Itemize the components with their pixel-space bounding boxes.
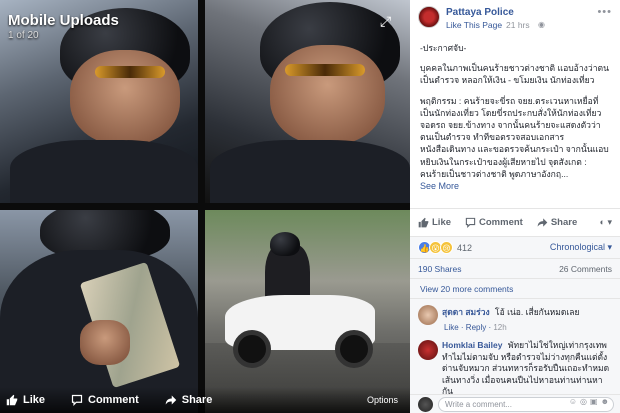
like-button[interactable]: Like	[418, 217, 451, 228]
share-as-selector[interactable]: ◐ ▾	[600, 217, 612, 228]
post-sidebar: Pattaya Police Like This Page 21 hrs ◉ •…	[410, 0, 620, 413]
sunglasses-shape	[285, 64, 365, 76]
shares-count-link[interactable]: 190 Shares	[418, 264, 461, 274]
sunglasses-shape	[95, 66, 165, 78]
face-shape	[270, 45, 385, 145]
comment-label: Comment	[479, 217, 523, 228]
shares-row: 190 Shares 26 Comments	[410, 258, 620, 278]
current-user-avatar	[418, 397, 433, 412]
sad-reaction-icon[interactable]: 😢	[440, 241, 453, 254]
comment-order-label: Chronological	[549, 242, 605, 252]
viewer-share-button[interactable]: Share	[165, 394, 213, 406]
shirt-shape	[10, 140, 198, 203]
reactions-row: 👍 😮 😢 412 Chronological ▾	[410, 236, 620, 258]
page-name-link[interactable]: Pattaya Police	[446, 7, 514, 18]
comment-text: โอ้ เน่อ. เสี่ยกันหมดเลย	[495, 307, 580, 317]
viewer-share-label: Share	[181, 394, 213, 406]
post-text-line: พฤติกรรม : คนร้ายจะขี่รถ จยย.ตระเวนหาเหย…	[420, 95, 609, 179]
post-actions: Like Comment Share ◐ ▾	[410, 208, 620, 236]
globe-icon: ◉	[538, 20, 545, 29]
photo-tile-2[interactable]	[205, 0, 410, 203]
rider-helmet-shape	[270, 232, 300, 256]
photo-counter: 1 of 20	[8, 30, 39, 41]
viewer-comment-button[interactable]: Comment	[71, 394, 139, 406]
more-options-icon[interactable]: •••	[597, 6, 612, 18]
comment-like-link[interactable]: Like	[444, 323, 459, 332]
comment-button[interactable]: Comment	[465, 217, 523, 228]
comment-attach-icons[interactable]: ☺◎▣☻	[569, 395, 612, 408]
view-more-comments-link[interactable]: View 20 more comments	[410, 278, 620, 298]
page-avatar[interactable]	[418, 6, 440, 28]
share-icon	[165, 395, 176, 405]
post-text-line: บุคคลในภาพเป็นคนร้ายชาวต่างชาติ แอบอ้างว…	[420, 63, 609, 86]
viewer-comment-label: Comment	[88, 394, 139, 406]
viewer-like-label: Like	[23, 394, 46, 406]
thumbs-up-icon	[418, 217, 429, 228]
comment-icon	[465, 217, 476, 228]
write-comment-row: Write a comment... ☺◎▣☻	[410, 394, 620, 413]
like-page-link[interactable]: Like This Page	[446, 20, 502, 30]
commenter-avatar[interactable]	[418, 305, 438, 325]
photo-tile-3[interactable]	[0, 210, 198, 413]
share-label: Share	[550, 217, 578, 228]
photo-tile-4[interactable]	[205, 210, 410, 413]
comment-author-link[interactable]: สุดดา สมร่วง	[442, 307, 490, 317]
comment-item: Homklai Bailey พัทยาไม่ใช่ใหญ่เท่ากรุงเท…	[410, 336, 620, 396]
comment-author-link[interactable]: Homklai Bailey	[442, 340, 502, 350]
comment-time[interactable]: 12h	[493, 323, 506, 332]
comment-bubble: Homklai Bailey พัทยาไม่ใช่ใหญ่เท่ากรุงเท…	[442, 340, 612, 398]
see-more-link[interactable]: See More	[420, 180, 612, 192]
comment-meta: Like · Reply · 12h	[444, 323, 507, 332]
post-header: Pattaya Police Like This Page 21 hrs ◉ •…	[410, 0, 620, 36]
shirt-shape	[210, 140, 410, 203]
comment-bubble: สุดดา สมร่วง โอ้ เน่อ. เสี่ยกันหมดเลย	[442, 307, 612, 319]
comments-count: 26 Comments	[559, 263, 612, 274]
post-body: -ประกาศจับ- บุคคลในภาพเป็นคนร้ายชาวต่างช…	[420, 42, 612, 192]
viewer-action-bar: Like Comment Share	[0, 387, 410, 413]
photo-viewer: Mobile Uploads 1 of 20 ⤢ Like Comment Sh…	[0, 0, 410, 413]
comment-order-select[interactable]: Chronological ▾	[550, 242, 612, 253]
commenter-avatar[interactable]	[418, 340, 438, 360]
expand-icon[interactable]: ⤢	[380, 14, 394, 28]
viewer-like-button[interactable]: Like	[6, 394, 45, 406]
reaction-count[interactable]: 412	[457, 243, 472, 253]
face-shape	[70, 50, 180, 145]
thumbs-up-icon	[6, 394, 18, 406]
share-icon	[537, 218, 548, 227]
hand-shape	[80, 320, 130, 365]
comment-icon	[71, 394, 83, 406]
rear-wheel-shape	[335, 330, 373, 368]
comment-item: สุดดา สมร่วง โอ้ เน่อ. เสี่ยกันหมดเลย Li…	[410, 298, 620, 336]
like-label: Like	[432, 217, 452, 228]
comment-reply-link[interactable]: Reply	[466, 323, 486, 332]
front-wheel-shape	[233, 330, 271, 368]
options-link[interactable]: Options	[367, 395, 398, 405]
album-title[interactable]: Mobile Uploads	[8, 12, 119, 29]
share-button[interactable]: Share	[537, 217, 577, 228]
post-timestamp[interactable]: 21 hrs	[506, 20, 530, 30]
post-text-line: -ประกาศจับ-	[420, 43, 467, 53]
